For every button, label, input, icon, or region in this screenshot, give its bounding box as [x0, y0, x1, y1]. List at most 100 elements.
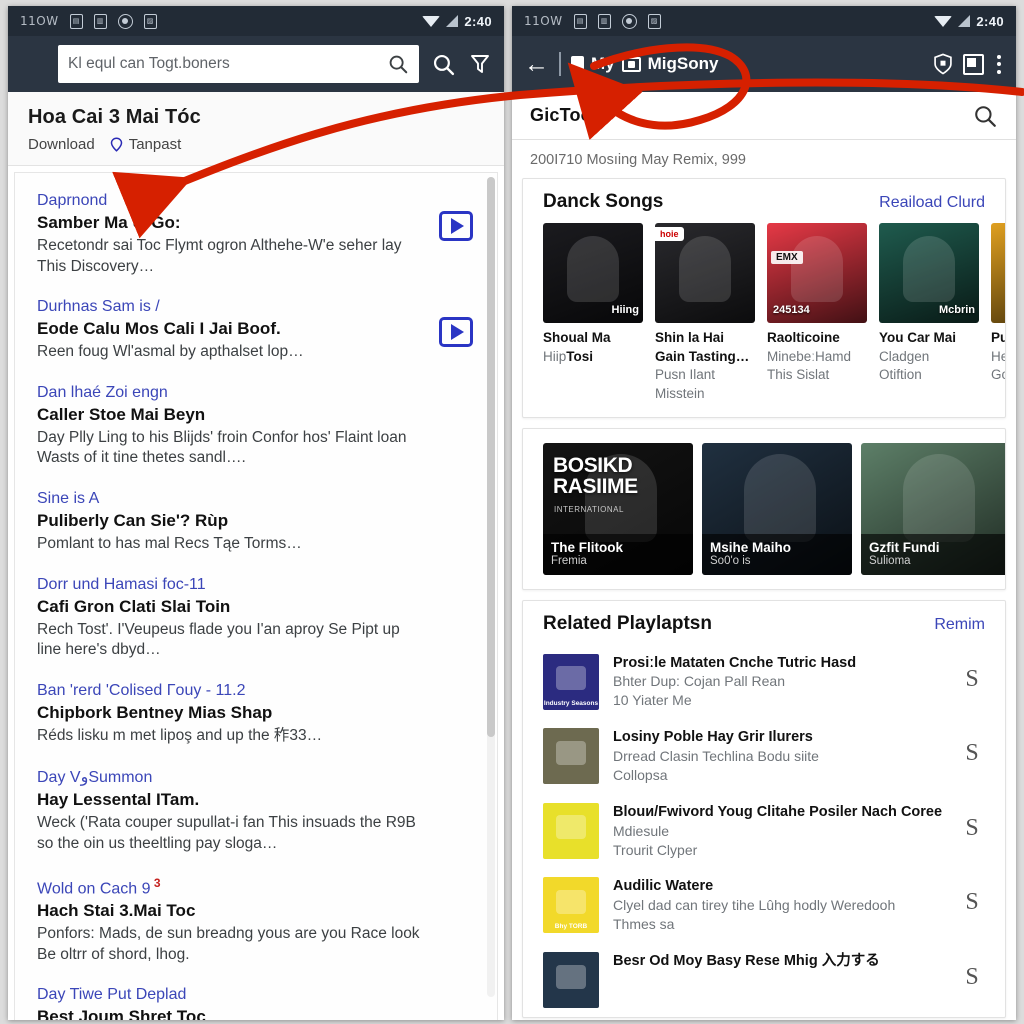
share-icon[interactable]: S: [957, 877, 987, 916]
search-input[interactable]: Kl equl can Togt.boners: [58, 45, 419, 83]
search-icon[interactable]: [431, 52, 456, 77]
result-url[interactable]: Dan lhaé Zoi engn: [37, 384, 423, 402]
result-url[interactable]: Daprnond: [37, 192, 423, 210]
video-card[interactable]: BOSIKD RASIIME INTERNATIONAL The Flitook Fre…: [543, 442, 693, 575]
video-card[interactable]: Gzfit Fundi Sulioma: [861, 442, 1005, 575]
videos-card: BOSIKD RASIIME INTERNATIONAL The Flitook Fre…: [522, 427, 1006, 590]
video-card[interactable]: Msihe Maiho So0'o is: [702, 442, 852, 575]
result-description: Reen foug Wl'asmal by apthalset lop…: [37, 343, 304, 361]
search-icon[interactable]: [387, 53, 409, 75]
playlist-row[interactable]: Blouи/Fwivord Youg Clitahe Posiler Nach …: [523, 794, 1005, 869]
playlist-row[interactable]: Bhy TORB Audilic Watere Clyel dad can tire…: [523, 868, 1005, 943]
song-name: Shoual Ma: [543, 330, 611, 345]
result-title[interactable]: Best Joum Shret Toc: [37, 1007, 423, 1020]
playlist-thumbnail[interactable]: Industry Seasons: [543, 653, 599, 710]
song-thumbnail[interactable]: [991, 223, 1005, 323]
play-button[interactable]: [439, 211, 473, 241]
result-url[interactable]: Day Tiwe Put Deplad: [37, 986, 423, 1004]
search-result-item[interactable]: Ban 'rerd 'Colised Γouy - 11.2 Chipbork B…: [37, 675, 479, 761]
search-result-item[interactable]: Wold on Cach 9 3 Hach Stai 3.Mai Toc Ponfo…: [37, 869, 479, 980]
result-title[interactable]: Samber Ma Ư Go:: [37, 213, 423, 233]
play-button[interactable]: [439, 317, 473, 348]
tabs-icon[interactable]: [963, 53, 984, 75]
video-subtitle: Sulioma: [869, 554, 911, 567]
search-result-item[interactable]: Durhnas Sam is / Eode Calu Mos Cali I Jai…: [37, 291, 479, 377]
song-card[interactable]: Hiing Shoual Ma HiipTosi: [543, 223, 643, 403]
shield-icon[interactable]: [933, 53, 953, 75]
song-card[interactable]: EMX 245134 Raolticoine MinebeːHamd This Sisl…: [767, 223, 867, 403]
videos-carousel[interactable]: BOSIKD RASIIME INTERNATIONAL The Flitook Fre…: [523, 442, 1005, 575]
playlist-thumbnail[interactable]: Bhy TORB: [543, 877, 599, 934]
status-bar-right-icons: 2:40: [934, 14, 1004, 29]
playlist-thumbnail[interactable]: [543, 952, 599, 1009]
song-thumbnail[interactable]: EMX 245134: [767, 223, 867, 323]
tab-title-group[interactable]: My MigSony: [571, 54, 923, 74]
video-caption: Msihe Maiho So0'o is: [702, 533, 852, 575]
search-results-list[interactable]: Daprnond Samber Ma Ư Go: Recetondr sai Toc…: [14, 172, 498, 1020]
song-card[interactable]: Mcbrin You Car Mai Cladgen Otiftion: [879, 223, 979, 403]
song-thumbnail[interactable]: Mcbrin: [879, 223, 979, 323]
search-result-item[interactable]: Sine is A Puliberly Can Sie'? Rùp Pomlant …: [37, 483, 479, 569]
account-icon: [621, 13, 637, 29]
playlist-thumbnail[interactable]: [543, 802, 599, 859]
result-url[interactable]: Sine is A: [37, 490, 423, 508]
reload-chart-link[interactable]: Reaiload Clurd: [879, 194, 985, 212]
result-url[interactable]: Dorr und Hamasi foc-11: [37, 576, 423, 594]
result-title[interactable]: Eode Calu Mos Cali I Jai Boof.: [37, 319, 423, 339]
search-result-item[interactable]: Dan lhaé Zoi engn Caller Stoe Mai Beyn Day…: [37, 377, 479, 483]
result-url[interactable]: Wold on Cach 9 3: [37, 876, 423, 898]
filter-icon[interactable]: [468, 52, 492, 76]
back-arrow-icon[interactable]: ←: [524, 51, 549, 77]
result-description: Réds lisku m met lipoş and up the 秨33…: [37, 726, 323, 744]
results-scrollbar-thumb[interactable]: [487, 177, 495, 737]
search-icon[interactable]: [972, 103, 998, 129]
result-url[interactable]: Day VوSummon: [37, 767, 423, 787]
search-result-item[interactable]: Day VوSummon Hay Lessental ITam. Weck ('Ra…: [37, 760, 479, 868]
result-url[interactable]: Durhnas Sam is /: [37, 298, 423, 316]
search-result-item[interactable]: Day Tiwe Put Deplad Best Joum Shret Toc: [37, 979, 479, 1020]
account-icon: [117, 13, 133, 29]
playlist-subtitle-2: Thmes sa: [613, 916, 675, 933]
playlist-row[interactable]: Industry Seasons Prosiːle Mataten Cnche T…: [523, 645, 1005, 720]
result-title[interactable]: Hach Stai 3.Mai Toc: [37, 901, 423, 921]
remix-link[interactable]: Remim: [934, 616, 985, 634]
playlist-body: Besr Od Moy Basy Rese Mhig 入力する: [613, 952, 943, 971]
kebab-menu-icon[interactable]: [994, 52, 1004, 77]
result-title[interactable]: Caller Stoe Mai Beyn: [37, 405, 423, 425]
playlists-card-header: Related Playlaptsn Remim: [523, 613, 1005, 645]
song-thumbnail[interactable]: hoie: [655, 223, 755, 323]
share-icon[interactable]: S: [957, 803, 987, 842]
signal-icon: [958, 15, 971, 27]
right-browser-panel: 11OW ▤ ▥ ▨ 2:40 ← My MigSony GicToo 200I…: [512, 6, 1016, 1020]
playlist-title: Blouи/Fwivord Youg Clitahe Posiler Nach …: [613, 803, 943, 820]
result-description: Day Plly Ling to his Blijds' froin Confo…: [37, 428, 407, 467]
share-icon[interactable]: S: [957, 654, 987, 693]
tab-title-prefix: My: [591, 54, 615, 73]
playlist-subtitle-2: Collopsa: [613, 766, 668, 783]
song-card[interactable]: hoie Shin la Hai Gain Tasting… Pusn Ilant Mi…: [655, 223, 755, 403]
share-icon[interactable]: S: [957, 728, 987, 767]
url-text: Kl equl can Togt.boners: [68, 55, 230, 72]
result-url[interactable]: Ban 'rerd 'Colised Γouy - 11.2: [37, 682, 423, 700]
playlist-row[interactable]: Losiny Poble Hay Grir Ilurers Drread Clas…: [523, 719, 1005, 794]
page-header: Hoa Cai 3 Mai Tóc Download Tanpast: [8, 92, 504, 166]
result-title[interactable]: Hay Lessental ITam.: [37, 790, 423, 810]
pin-label[interactable]: Tanpast: [129, 136, 182, 153]
hamburger-icon[interactable]: [20, 58, 46, 71]
result-title[interactable]: Chipbork Bentney Mias Shap: [37, 703, 423, 723]
result-title[interactable]: Cafi Gron Clati Slai Toin: [37, 597, 423, 617]
app-icon: ▨: [647, 13, 661, 29]
status-bar-clock: 2:40: [976, 13, 1004, 29]
app-icon: ▨: [143, 13, 157, 29]
songs-carousel[interactable]: Hiing Shoual Ma HiipTosi hoie Shin la Hai Gai…: [523, 223, 1005, 403]
search-result-item[interactable]: Daprnond Samber Ma Ư Go: Recetondr sai Toc…: [37, 185, 479, 291]
share-icon[interactable]: S: [957, 952, 987, 991]
download-link[interactable]: Download: [28, 136, 95, 153]
playlist-row[interactable]: Besr Od Moy Basy Rese Mhig 入力する S: [523, 943, 1005, 1017]
song-thumbnail[interactable]: Hiing: [543, 223, 643, 323]
song-card[interactable]: Pu He Go: [991, 223, 1005, 403]
result-title[interactable]: Puliberly Can Sie'? Rùp: [37, 511, 423, 531]
playlist-thumbnail[interactable]: [543, 728, 599, 785]
playlist-subtitle-2: Trourit Clyper: [613, 841, 698, 858]
search-result-item[interactable]: Dorr und Hamasi foc-11 Cafi Gron Clati Sl…: [37, 569, 479, 675]
